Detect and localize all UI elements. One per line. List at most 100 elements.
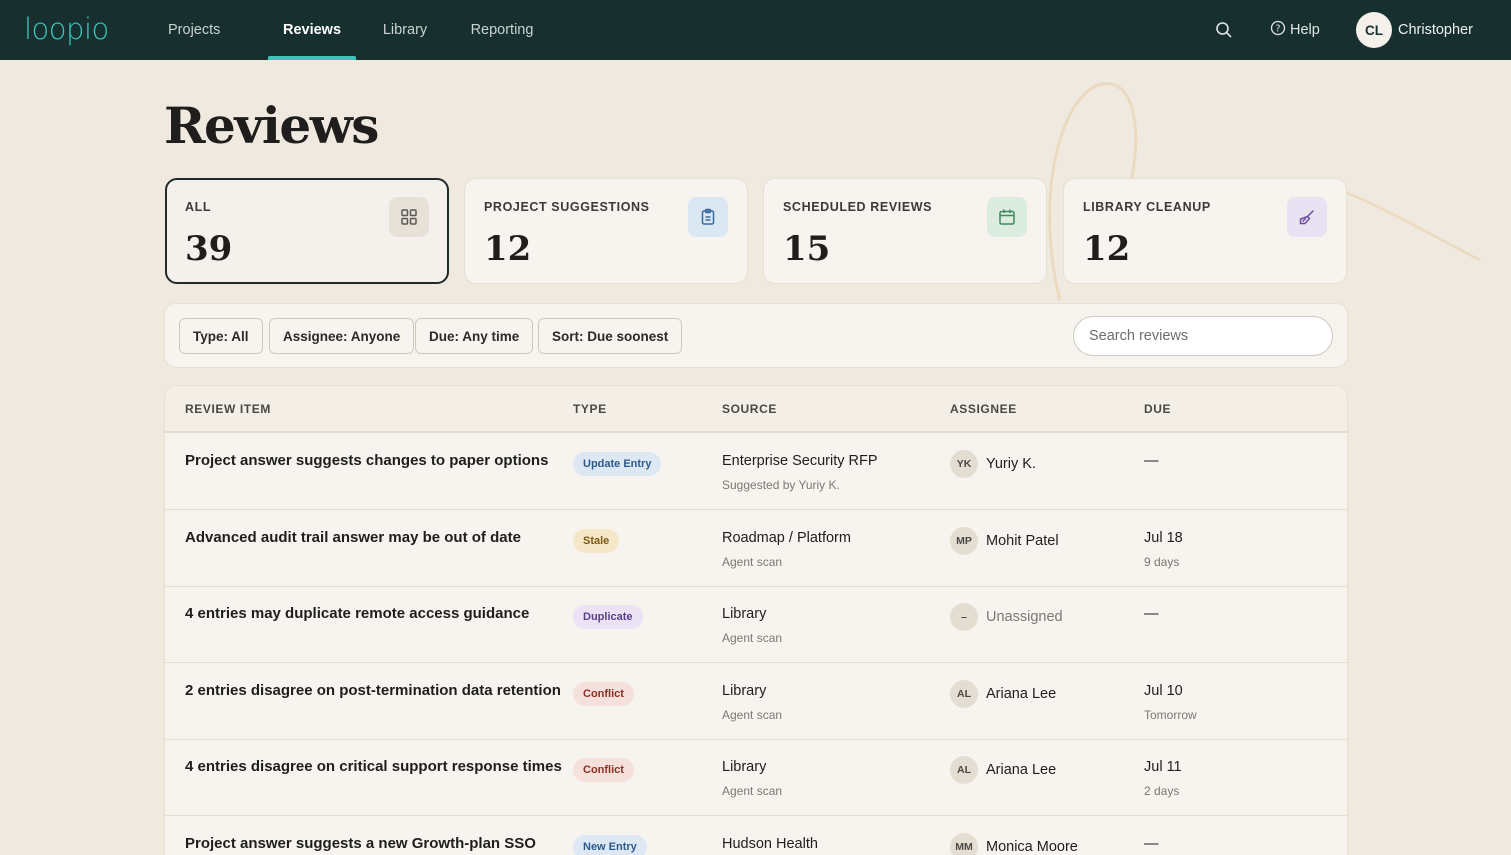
- source-detail: Suggested by Yuriy K.: [722, 478, 840, 492]
- assignee[interactable]: MM Monica Moore: [950, 832, 1078, 855]
- review-item-title[interactable]: 4 entries may duplicate remote access gu…: [185, 605, 529, 622]
- due-date: Jul 11: [1144, 759, 1182, 775]
- review-item-title[interactable]: Advanced audit trail answer may be out o…: [185, 529, 521, 546]
- header-assignee[interactable]: ASSIGNEE: [950, 402, 1017, 416]
- due-date: —: [1144, 453, 1159, 469]
- assignee[interactable]: YK Yuriy K.: [950, 450, 1036, 478]
- search-input[interactable]: [1073, 316, 1333, 356]
- calendar-icon: [987, 197, 1027, 237]
- assignee-name: Unassigned: [986, 609, 1063, 625]
- due-date: Jul 18: [1144, 529, 1183, 546]
- table-header: REVIEW ITEM TYPE SOURCE ASSIGNEE DUE: [165, 386, 1347, 433]
- source-name: Library: [722, 759, 767, 775]
- assignee-name: Yuriy K.: [986, 456, 1036, 472]
- page-title: Reviews: [164, 96, 379, 155]
- table-row[interactable]: Project answer suggests changes to paper…: [165, 434, 1347, 510]
- help-button[interactable]: ? Help: [1270, 20, 1320, 40]
- type-badge: Conflict: [573, 758, 634, 782]
- help-label: Help: [1290, 22, 1320, 38]
- avatar: AL: [950, 679, 978, 708]
- type-badge: Duplicate: [573, 605, 643, 629]
- card-count: 12: [484, 229, 532, 269]
- filter-sort[interactable]: Sort: Due soonest: [538, 318, 683, 354]
- svg-text:?: ?: [1275, 23, 1280, 34]
- assignee-name: Ariana Lee: [986, 685, 1057, 702]
- source-name: Library: [722, 682, 767, 699]
- avatar: YK: [950, 450, 978, 478]
- source-name: Enterprise Security RFP: [722, 453, 878, 469]
- due-date: Jul 10: [1144, 682, 1183, 699]
- nav-item-projects[interactable]: Projects: [150, 0, 238, 60]
- nav-item-reporting[interactable]: Reporting: [452, 0, 552, 60]
- card-all[interactable]: ALL 39: [165, 178, 449, 284]
- assignee-name: Mohit Patel: [986, 532, 1059, 549]
- source-detail: Agent scan: [722, 784, 783, 798]
- due-relative: 2 days: [1144, 784, 1180, 798]
- table-row[interactable]: 4 entries disagree on critical support r…: [165, 740, 1347, 816]
- filter-type[interactable]: Type: All: [179, 318, 263, 354]
- header-type[interactable]: TYPE: [573, 402, 607, 416]
- card-count: 15: [783, 229, 831, 269]
- clipboard-icon: [688, 197, 728, 237]
- assignee[interactable]: – Unassigned: [950, 603, 1063, 631]
- table-row[interactable]: Advanced audit trail answer may be out o…: [165, 511, 1347, 587]
- source-detail: Agent scan: [722, 707, 783, 722]
- card-label: PROJECT SUGGESTIONS: [484, 200, 650, 214]
- broom-icon: [1287, 197, 1327, 237]
- card-count: 12: [1083, 229, 1131, 269]
- user-menu[interactable]: CL Christopher: [1356, 12, 1473, 48]
- type-badge: Update Entry: [573, 452, 662, 476]
- assignee-name: Ariana Lee: [986, 762, 1057, 778]
- filter-assignee[interactable]: Assignee: Anyone: [269, 318, 415, 354]
- header-review-item[interactable]: REVIEW ITEM: [185, 402, 271, 416]
- avatar: MM: [950, 832, 978, 855]
- grid-icon: [389, 197, 429, 237]
- type-badge: Stale: [573, 528, 620, 553]
- card-label: SCHEDULED REVIEWS: [783, 200, 933, 214]
- nav-item-reviews[interactable]: Reviews: [268, 0, 356, 60]
- due-date: —: [1144, 835, 1159, 852]
- assignee[interactable]: AL Ariana Lee: [950, 679, 1057, 708]
- review-item-title[interactable]: Project answer suggests a new Growth-pla…: [185, 835, 536, 852]
- assignee[interactable]: AL Ariana Lee: [950, 756, 1056, 784]
- review-item-title[interactable]: Project answer suggests changes to paper…: [185, 452, 548, 469]
- header-source[interactable]: SOURCE: [722, 402, 777, 416]
- table-row[interactable]: 4 entries may duplicate remote access gu…: [165, 587, 1347, 663]
- avatar: CL: [1356, 12, 1392, 48]
- source-detail: Agent scan: [722, 631, 783, 645]
- due-date: —: [1144, 606, 1159, 622]
- user-name: Christopher: [1398, 22, 1473, 38]
- filter-due[interactable]: Due: Any time: [415, 318, 534, 354]
- table-row[interactable]: 2 entries disagree on post-termination d…: [165, 664, 1347, 740]
- card-library-cleanup[interactable]: LIBRARY CLEANUP 12: [1063, 178, 1347, 284]
- nav-item-library[interactable]: Library: [361, 0, 449, 60]
- card-label: ALL: [185, 200, 212, 214]
- review-item-title[interactable]: 4 entries disagree on critical support r…: [185, 758, 562, 775]
- table-row[interactable]: Project answer suggests a new Growth-pla…: [165, 817, 1347, 855]
- review-item-title[interactable]: 2 entries disagree on post-termination d…: [185, 682, 561, 699]
- due-relative: 9 days: [1144, 554, 1180, 569]
- search-icon[interactable]: [1214, 20, 1234, 40]
- type-badge: Conflict: [573, 681, 634, 706]
- avatar: AL: [950, 756, 978, 784]
- type-badge: New Entry: [573, 834, 647, 855]
- source-name: Hudson Health: [722, 835, 818, 852]
- card-project-suggestions[interactable]: PROJECT SUGGESTIONS 12: [464, 178, 748, 284]
- source-detail: Agent scan: [722, 554, 783, 569]
- avatar: –: [950, 603, 978, 631]
- assignee[interactable]: MP Mohit Patel: [950, 526, 1059, 555]
- avatar: MP: [950, 526, 978, 555]
- card-count: 39: [185, 229, 233, 269]
- card-label: LIBRARY CLEANUP: [1083, 200, 1211, 214]
- top-navigation-bar: loopio Projects Reviews Library Reportin…: [0, 0, 1511, 60]
- main-nav: Projects Reviews Library Reporting: [150, 0, 552, 60]
- reviews-table: REVIEW ITEM TYPE SOURCE ASSIGNEE DUE Pro…: [164, 385, 1348, 855]
- source-name: Library: [722, 606, 767, 622]
- loopio-logo[interactable]: loopio: [24, 12, 109, 46]
- due-relative: Tomorrow: [1144, 707, 1197, 722]
- filter-bar: Type: All Assignee: Anyone Due: Any time…: [164, 303, 1348, 368]
- source-name: Roadmap / Platform: [722, 529, 851, 546]
- help-icon: ?: [1270, 20, 1286, 40]
- card-scheduled-reviews[interactable]: SCHEDULED REVIEWS 15: [763, 178, 1047, 284]
- header-due[interactable]: DUE: [1144, 402, 1171, 416]
